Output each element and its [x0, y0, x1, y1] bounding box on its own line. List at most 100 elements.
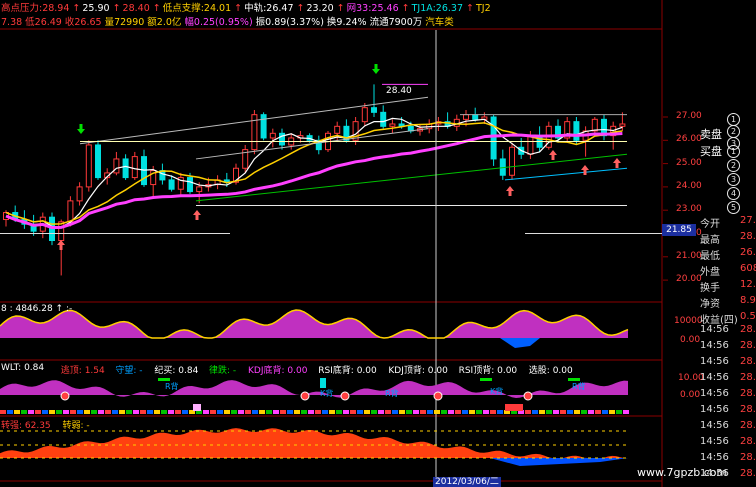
- divergence-marker: R背: [385, 389, 399, 398]
- signal-strip-cell: [126, 410, 132, 414]
- signal-strip-cell: [252, 410, 258, 414]
- indicator-label: KDJ底背: 0.00: [248, 366, 308, 376]
- blue-trendline: [504, 167, 628, 181]
- header-field: TJ1A:26.37: [411, 3, 463, 14]
- indicator-dot-icon: [60, 391, 70, 401]
- signal-strip-cell: [329, 410, 335, 414]
- signal-strip-cell: [469, 410, 475, 414]
- tick-price: 28.: [740, 388, 756, 399]
- quote-stat-label: 换手: [700, 283, 720, 294]
- stock-chart[interactable]: [0, 0, 756, 487]
- candle-body: [453, 118, 460, 127]
- signal-strip-cell: [210, 410, 216, 414]
- signal-strip-cell: [553, 410, 559, 414]
- indicator-dot-icon: [523, 391, 533, 401]
- quote-stat-label: 今开: [700, 219, 720, 230]
- signal-strip-cell: [280, 410, 286, 414]
- signal-strip-cell: [14, 410, 20, 414]
- header-field: 网33:25.46: [346, 3, 399, 14]
- signal-strip-cell: [427, 410, 433, 414]
- candle-body: [67, 200, 74, 223]
- tick-time: 14:56: [700, 436, 729, 447]
- indicator-label: 纪买: 0.84: [154, 366, 199, 376]
- signal-strip-cell: [385, 410, 391, 414]
- quote-stat-value: 27.2: [740, 215, 756, 226]
- tick-row: 14:56 28.: [700, 468, 756, 479]
- header-line-1: 高点压力:28.94 ↑ 25.90 ↑ 28.40 ↑ 低点支撑:24.01 ↑ 中轨:26.…: [1, 0, 494, 14]
- quote-stat-label: 净资: [700, 299, 720, 310]
- tick-price: 28.: [740, 372, 756, 383]
- candle-body: [196, 186, 203, 193]
- signal-strip-cell: [371, 410, 377, 414]
- price-axis-label: 26.00: [676, 134, 702, 145]
- green-trendline: [195, 153, 628, 202]
- candle-body: [371, 107, 377, 113]
- crosshair-price-tag: 21.85: [662, 224, 696, 236]
- signal-strip-cell: [168, 410, 174, 414]
- candle-body: [463, 114, 469, 120]
- signal-strip-cell: [434, 410, 440, 414]
- candle-body: [472, 114, 479, 120]
- indicator-green-bar: [480, 378, 492, 381]
- candle-body: [269, 132, 276, 139]
- header-field: 收26.65: [64, 17, 102, 28]
- candle-body: [260, 114, 267, 139]
- tick-time: 14:56: [700, 452, 729, 463]
- candle-body: [591, 118, 598, 132]
- quote-stat-value: 28.3: [740, 231, 756, 242]
- bottom-indicator-label: 转弱: -: [62, 421, 90, 431]
- buy-signal-arrow-icon: [77, 124, 85, 134]
- header-field: 幅0.25(0.95%): [184, 17, 253, 28]
- candle-body: [113, 158, 120, 174]
- signal-strip-cell: [175, 410, 181, 414]
- quote-stat-row: 净资 8.9: [700, 295, 756, 310]
- signal-strip-cell: [28, 410, 34, 414]
- signal-strip-cell: [546, 410, 552, 414]
- header-field: TJ2: [475, 3, 491, 14]
- up-arrow-icon: ↑: [72, 3, 81, 14]
- tick-time: 14:56: [700, 420, 729, 431]
- quote-stat-value: 8.9: [740, 295, 756, 306]
- indicator-dot-icon: [433, 391, 443, 401]
- up-arrow-icon: ↑: [466, 3, 474, 14]
- tick-row: 14:56 28.: [700, 356, 756, 367]
- tick-time: 14:56: [700, 324, 729, 335]
- buy-level-indicator: 1: [727, 145, 740, 158]
- candle-body: [389, 123, 396, 127]
- signal-strip-cell: [497, 410, 503, 414]
- signal-strip-cell: [119, 410, 125, 414]
- price-axis-label: 27.00: [676, 111, 702, 121]
- price-axis-label: 24.00: [676, 180, 702, 191]
- buy-signal-arrow-icon: [372, 64, 380, 74]
- signal-strip-cell: [357, 410, 363, 414]
- signal-strip-cell: [182, 410, 188, 414]
- tick-row: 14:56 28.: [700, 452, 756, 463]
- signal-strip-cell: [35, 410, 41, 414]
- indicator-label: WLT: 0.84: [1, 363, 45, 373]
- signal-strip-cell: [154, 410, 160, 414]
- buy-level-indicator: 2: [727, 159, 740, 172]
- peak-price-label: 28.40: [386, 86, 412, 96]
- signal-strip-cell: [231, 410, 237, 414]
- candle-body: [527, 135, 534, 155]
- indicator-label: 守望: -: [115, 366, 143, 376]
- signal-strip-cell: [217, 410, 223, 414]
- price-axis-label: 20.00: [676, 274, 702, 285]
- signal-strip-cell: [203, 410, 209, 414]
- signal-strip-cell: [0, 410, 6, 414]
- divergence-marker: K背: [490, 387, 504, 396]
- tick-time: 14:56: [700, 404, 729, 415]
- up-arrow-icon: ↑: [112, 3, 121, 14]
- signal-strip-cell: [336, 410, 342, 414]
- quote-stat-row: 今开 27.2: [700, 215, 756, 230]
- quote-stat-value: 0.5: [740, 311, 756, 322]
- signal-strip-cell: [161, 410, 167, 414]
- tick-row: 14:56 28.: [700, 436, 756, 447]
- tick-time: 14:56: [700, 340, 729, 351]
- up-arrow-icon: ↑: [336, 3, 345, 14]
- candle-body: [187, 177, 193, 193]
- marker-box: [193, 404, 201, 411]
- volume-axis-top: 10000: [674, 316, 703, 326]
- signal-strip-cell: [105, 410, 111, 414]
- signal-strip-cell: [455, 410, 461, 414]
